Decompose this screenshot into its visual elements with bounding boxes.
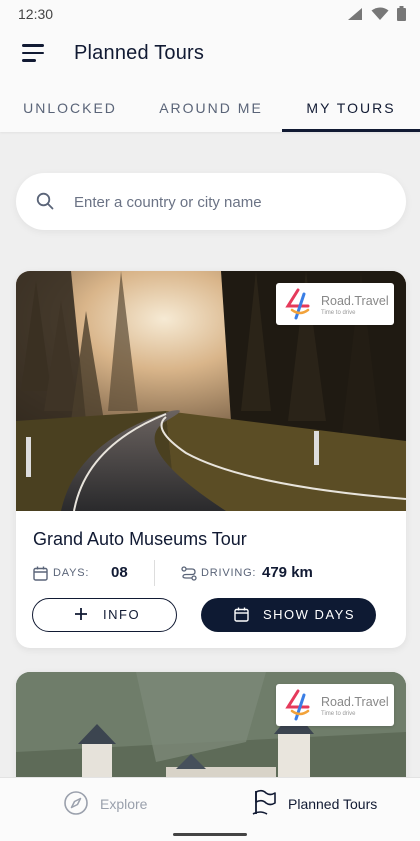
tab-bar: UNLOCKED AROUND ME MY TOURS: [0, 96, 420, 132]
search-icon: [36, 192, 54, 210]
wifi-icon: [371, 7, 389, 20]
tab-around-me[interactable]: AROUND ME: [140, 100, 282, 130]
tour-card[interactable]: Road.Travel Time to drive Grand Auto Mus…: [16, 271, 406, 648]
nav-planned-tours[interactable]: Planned Tours: [252, 789, 402, 820]
status-time: 12:30: [18, 6, 54, 22]
status-icons: [347, 6, 406, 21]
search-input[interactable]: [74, 189, 384, 215]
road-travel-logo-icon: [285, 689, 310, 721]
brand-tagline: Time to drive: [321, 310, 356, 316]
home-indicator: [173, 833, 247, 836]
menu-icon-line: [22, 59, 36, 62]
tour-card[interactable]: Road.Travel Time to drive: [16, 672, 406, 792]
road-travel-logo-icon: [285, 288, 310, 320]
app-bar: Planned Tours UNLOCKED AROUND ME MY TOUR…: [0, 28, 420, 132]
bottom-navigation: Explore Planned Tours: [0, 777, 420, 841]
status-bar: 12:30: [0, 0, 420, 28]
driving-value: 479 km: [262, 564, 313, 581]
info-button[interactable]: INFO: [32, 598, 177, 632]
calendar-icon: [33, 566, 48, 581]
meta-divider: [154, 560, 155, 586]
brand-badge: Road.Travel Time to drive: [276, 283, 394, 325]
calendar-icon: [234, 607, 249, 622]
menu-icon-line: [22, 51, 44, 54]
tour-meta: DAYS: 08 DRIVING: 479 km: [33, 560, 393, 586]
brand-name: Road.Travel: [321, 695, 389, 709]
tab-unlocked[interactable]: UNLOCKED: [0, 100, 140, 130]
tab-my-tours[interactable]: MY TOURS: [282, 100, 420, 130]
plus-icon: [75, 608, 87, 620]
brand-name: Road.Travel: [321, 294, 389, 308]
nav-planned-tours-label: Planned Tours: [288, 796, 378, 812]
show-days-button[interactable]: SHOW DAYS: [201, 598, 376, 632]
menu-icon-line: [22, 44, 44, 47]
nav-explore[interactable]: Explore: [63, 790, 193, 820]
days-value: 08: [111, 564, 128, 581]
driving-label: DRIVING:: [201, 567, 257, 579]
compass-icon: [64, 791, 88, 815]
active-tab-indicator: [282, 129, 420, 132]
brand-tagline: Time to drive: [321, 711, 356, 717]
battery-icon: [397, 6, 406, 21]
days-label: DAYS:: [53, 567, 90, 579]
brand-badge: Road.Travel Time to drive: [276, 684, 394, 726]
show-days-button-label: SHOW DAYS: [263, 607, 355, 622]
menu-button[interactable]: [22, 44, 52, 66]
info-button-label: INFO: [103, 607, 141, 622]
tour-title: Grand Auto Museums Tour: [33, 529, 247, 549]
page-title: Planned Tours: [74, 42, 205, 64]
signal-icon: [348, 7, 362, 20]
flag-icon: [252, 789, 276, 815]
search-bar[interactable]: [16, 173, 406, 230]
route-icon: [181, 566, 197, 581]
nav-explore-label: Explore: [100, 796, 148, 812]
phone-screen: 12:30 Planned Tours UNLOCKED AROUND ME M…: [0, 0, 420, 841]
